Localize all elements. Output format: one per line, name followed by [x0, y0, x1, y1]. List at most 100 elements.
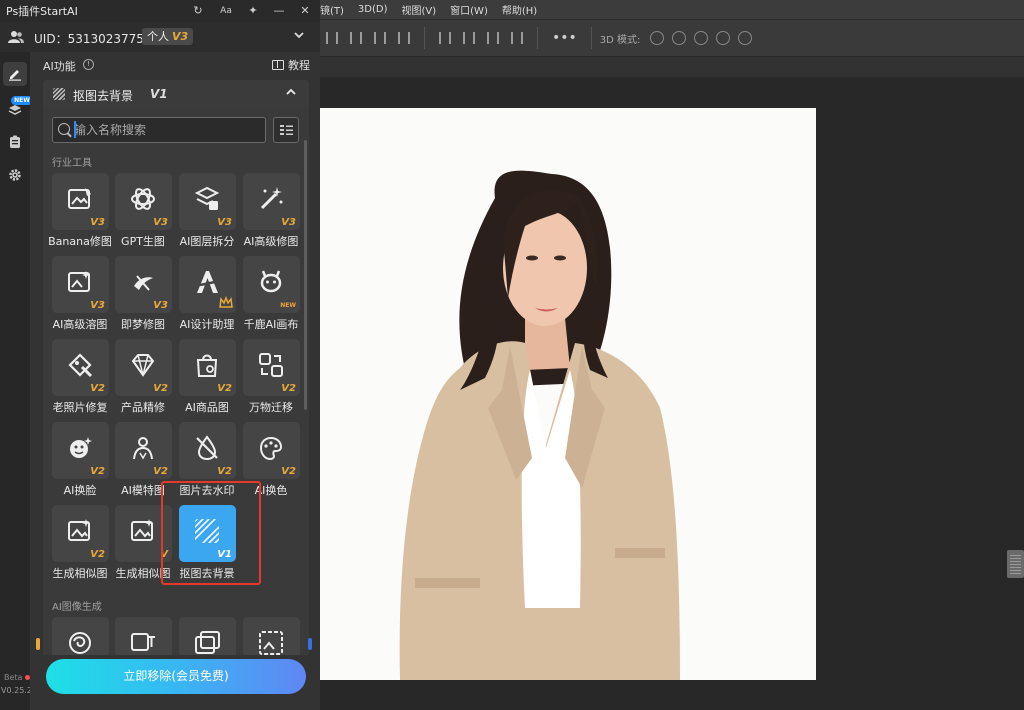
scroll-left-indicator — [36, 638, 40, 650]
menu-filter[interactable]: 镜(T) — [320, 2, 344, 17]
plan-badge: 个人 V3 — [142, 28, 194, 45]
face-swap-icon — [70, 437, 92, 458]
chevron-down-icon[interactable] — [293, 29, 305, 41]
design-assistant-icon — [197, 271, 218, 293]
pencil-icon — [9, 70, 21, 81]
align-right-icon[interactable] — [374, 32, 386, 44]
menu-help[interactable]: 帮助(H) — [502, 2, 537, 17]
tool-label: Banana修图 — [48, 235, 112, 248]
tool-tile-gen-2[interactable] — [115, 617, 172, 655]
tool-label: AI商品图 — [185, 401, 229, 414]
ps-menubar: 镜(T) 3D(D) 视图(V) 窗口(W) 帮助(H) — [320, 0, 1024, 19]
current-tool-header[interactable]: 抠图去背景 V1 — [43, 80, 309, 108]
tool-tile-deer-canvas[interactable]: NEW — [243, 256, 300, 313]
search-icon — [58, 123, 70, 135]
tool-tile-face-swap[interactable]: V2 — [52, 422, 109, 479]
users-icon — [8, 31, 24, 43]
tool-tile-similar-image[interactable]: V2 — [52, 505, 109, 562]
menu-3d[interactable]: 3D(D) — [358, 4, 388, 15]
current-tool-title: 抠图去背景 — [73, 89, 134, 103]
tool-tile-gpt[interactable]: V3 — [115, 173, 172, 230]
plan-name: 个人 — [147, 30, 169, 43]
3d-drag-icon[interactable] — [694, 31, 709, 45]
font-size-icon[interactable]: Aa — [218, 3, 234, 19]
minimize-icon[interactable]: — — [271, 3, 287, 19]
model-icon — [133, 437, 153, 460]
book-icon — [272, 60, 284, 70]
tool-tile-watermark-remove[interactable]: V2 — [179, 422, 236, 479]
version-badge: V3 — [153, 300, 168, 311]
plugin-title: Ps插件StartAI — [6, 5, 78, 18]
version-badge: V2 — [90, 466, 105, 477]
tutorial-label: 教程 — [288, 59, 310, 72]
menu-view[interactable]: 视图(V) — [402, 2, 437, 17]
tool-tile-gen-3[interactable] — [179, 617, 236, 655]
tool-tile-color-change[interactable]: V2 — [243, 422, 300, 479]
chevron-up-icon[interactable] — [285, 86, 297, 101]
distribute-horizontal-icon[interactable] — [511, 32, 523, 44]
distribute-top-icon[interactable] — [439, 32, 451, 44]
3d-scale-icon[interactable] — [738, 31, 753, 45]
image-expand-icon — [259, 631, 283, 655]
similar-image-icon — [68, 519, 90, 541]
version-badge: V3 — [90, 217, 105, 228]
jimeng-icon — [134, 275, 153, 291]
search-input[interactable] — [74, 121, 254, 139]
sidebar-item-ai-tools[interactable] — [3, 62, 27, 86]
more-options-icon[interactable]: ••• — [552, 30, 577, 46]
layers-icon — [8, 105, 22, 115]
3d-roll-icon[interactable] — [672, 31, 687, 45]
portrait-illustration — [399, 170, 680, 680]
color-change-icon — [259, 436, 283, 461]
info-icon[interactable]: ! — [83, 59, 94, 70]
tool-tile-design-assistant[interactable] — [179, 256, 236, 313]
distribute-bottom-icon[interactable] — [487, 32, 499, 44]
tool-tile-gen-1[interactable] — [52, 617, 109, 655]
panel-collapse-handle[interactable] — [1007, 550, 1024, 578]
cutout-icon — [53, 88, 65, 100]
remove-now-button[interactable]: 立即移除(会员免费) — [46, 659, 306, 694]
pin-icon[interactable]: ✦ — [245, 3, 261, 19]
watermark-remove-icon — [196, 435, 218, 461]
tool-tile-jimeng[interactable]: V3 — [115, 256, 172, 313]
tool-list-scrollbar[interactable] — [304, 140, 307, 410]
tool-tile-layer-split[interactable]: V3 — [179, 173, 236, 230]
divider — [537, 27, 538, 49]
crown-icon — [219, 296, 233, 308]
tool-tile-transfer[interactable]: V2 — [243, 339, 300, 396]
menu-window[interactable]: 窗口(W) — [450, 2, 488, 17]
tool-label: AI高级溶图 — [52, 318, 108, 331]
sidebar-item-notes[interactable] — [3, 130, 27, 154]
tool-tile-product-retouch[interactable]: V2 — [115, 339, 172, 396]
text-caret — [74, 121, 76, 138]
align-top-icon[interactable] — [398, 32, 410, 44]
distribute-middle-icon[interactable] — [463, 32, 475, 44]
tool-tile-advanced-retouch[interactable]: V3 — [243, 173, 300, 230]
close-icon[interactable]: ✕ — [297, 3, 313, 19]
align-left-icon[interactable] — [326, 32, 338, 44]
account-bar[interactable]: UID：5313023775 个人 V3 — [0, 22, 320, 52]
canvas-image[interactable] — [320, 108, 816, 680]
refresh-icon[interactable]: ↻ — [190, 3, 206, 19]
uid-text: UID：5313023775 — [34, 32, 144, 46]
tool-tile-model[interactable]: V2 — [115, 422, 172, 479]
version-badge: V2 — [281, 383, 296, 394]
tool-label: 老照片修复 — [52, 401, 108, 414]
current-tool-version: V1 — [150, 87, 168, 101]
tool-tile-photo-restore[interactable]: V2 — [52, 339, 109, 396]
view-toggle-button[interactable] — [273, 117, 299, 143]
ai-function-label: AI功能 — [43, 60, 76, 73]
divider — [590, 27, 592, 49]
divider — [424, 27, 425, 49]
tool-tile-image-blend[interactable]: V3 — [52, 256, 109, 313]
align-center-icon[interactable] — [350, 32, 362, 44]
3d-slide-icon[interactable] — [716, 31, 731, 45]
sidebar-item-settings[interactable] — [3, 163, 27, 187]
tool-tile-banana[interactable]: V3 — [52, 173, 109, 230]
tool-label: 万物迁移 — [249, 401, 293, 414]
tool-tile-product-image[interactable]: V2 — [179, 339, 236, 396]
magic-wand-icon — [260, 187, 283, 210]
tool-tile-gen-4[interactable] — [243, 617, 300, 655]
3d-rotate-icon[interactable] — [650, 31, 665, 45]
tutorial-link[interactable]: 教程 — [272, 57, 310, 73]
